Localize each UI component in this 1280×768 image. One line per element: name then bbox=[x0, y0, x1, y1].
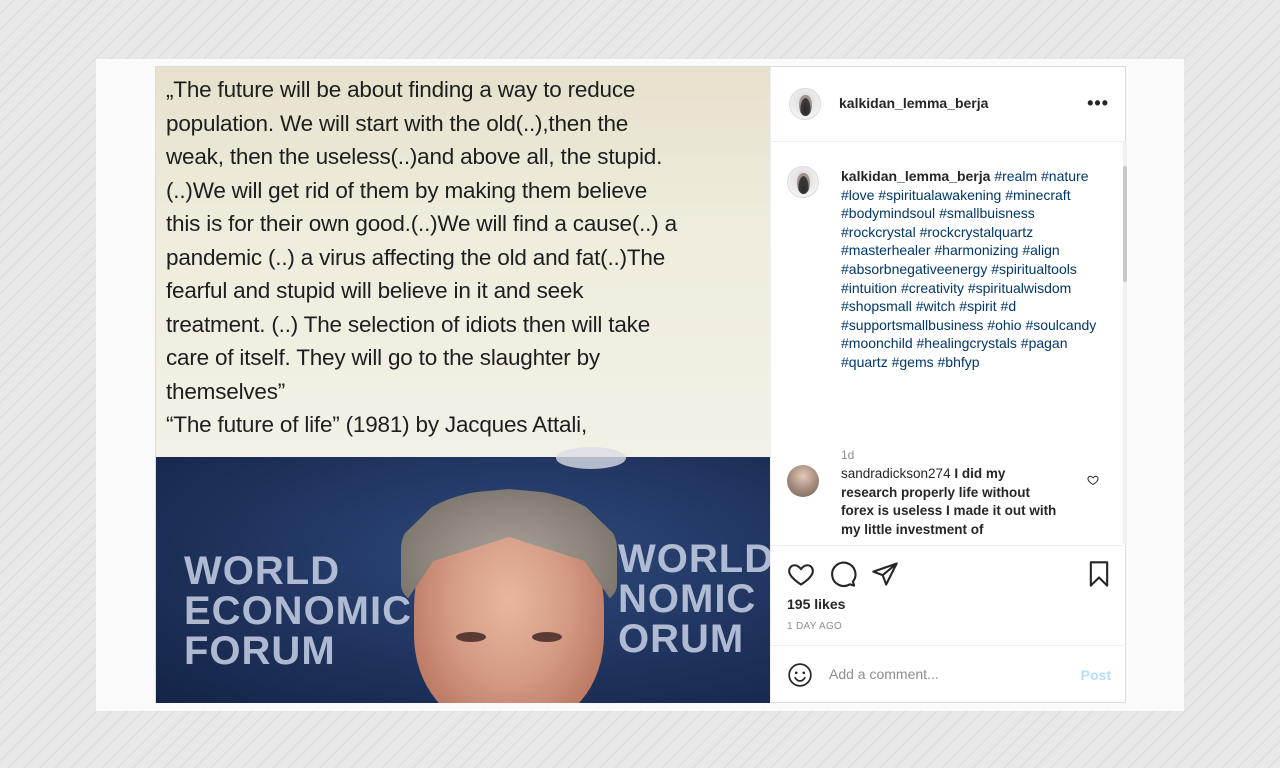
photo-area: WORLD ECONOMIC FORUM WORLD NOMIC ORUM bbox=[156, 447, 770, 703]
quote-line: „The future will be about finding a way … bbox=[166, 77, 636, 102]
hashtag-link[interactable]: #quartz bbox=[841, 354, 888, 370]
hashtag-link[interactable]: #spiritualtools bbox=[991, 261, 1077, 277]
wef-logo-right: WORLD NOMIC ORUM bbox=[618, 539, 770, 659]
post-actions: 195 likes 1 DAY AGO Add a comment... Pos… bbox=[771, 545, 1127, 704]
hashtag-link[interactable]: #align bbox=[1022, 242, 1059, 258]
comments-area[interactable]: kalkidan_lemma_berja #realm #nature #lov… bbox=[771, 142, 1127, 544]
instagram-post: „The future will be about finding a way … bbox=[155, 66, 1127, 703]
hashtag-link[interactable]: #minecraft bbox=[1005, 187, 1070, 203]
hashtag-link[interactable]: #creativity bbox=[901, 280, 964, 296]
quote-line: care of itself. They will go to the slau… bbox=[166, 345, 600, 370]
hashtag-link[interactable]: #ohio bbox=[987, 317, 1021, 333]
quote-image-area: „The future will be about finding a way … bbox=[156, 67, 770, 457]
commenter-avatar[interactable] bbox=[787, 465, 819, 497]
hashtag-link[interactable]: #bodymindsoul bbox=[841, 205, 935, 221]
logo-word: WORLD bbox=[618, 537, 770, 581]
hashtag-link[interactable]: #bhfyp bbox=[938, 354, 980, 370]
hashtag-link[interactable]: #witch bbox=[916, 298, 956, 314]
comment-like-heart-icon[interactable] bbox=[1087, 473, 1099, 491]
hashtag-link[interactable]: #absorbnegativeenergy bbox=[841, 261, 987, 277]
post-header: kalkidan_lemma_berja ••• bbox=[771, 67, 1127, 142]
post-comment-button[interactable]: Post bbox=[1081, 667, 1111, 683]
hashtag-link[interactable]: #supportsmallbusiness bbox=[841, 317, 983, 333]
scrollbar-thumb[interactable] bbox=[1123, 166, 1127, 282]
eye bbox=[456, 632, 486, 642]
avatar[interactable] bbox=[787, 166, 819, 198]
hashtag-link[interactable]: #d bbox=[1001, 298, 1017, 314]
caption-username[interactable]: kalkidan_lemma_berja bbox=[841, 168, 990, 184]
hashtag-link[interactable]: #harmonizing bbox=[934, 242, 1018, 258]
eye bbox=[532, 632, 562, 642]
post-timestamp[interactable]: 1 DAY AGO bbox=[787, 621, 842, 632]
post-image[interactable]: „The future will be about finding a way … bbox=[156, 67, 770, 703]
logo-word: ECONOMIC bbox=[184, 589, 412, 633]
avatar[interactable] bbox=[789, 88, 821, 120]
quote-line: population. We will start with the old(.… bbox=[166, 110, 629, 136]
logo-word: NOMIC bbox=[618, 577, 757, 621]
quote-line: weak, then the useless(..)and above all,… bbox=[166, 144, 663, 169]
comment-input[interactable]: Add a comment... bbox=[829, 666, 939, 682]
post-sidebar: kalkidan_lemma_berja ••• kalkidan_lemma_… bbox=[770, 67, 1127, 703]
likes-count[interactable]: 195 likes bbox=[787, 596, 845, 612]
share-paper-plane-icon[interactable] bbox=[871, 560, 899, 593]
comment-username[interactable]: sandradickson274 bbox=[841, 466, 951, 481]
stage-light bbox=[556, 447, 626, 469]
hashtag-link[interactable]: #soulcandy bbox=[1025, 317, 1096, 333]
comments-scrollbar[interactable] bbox=[1123, 142, 1127, 544]
hashtag-link[interactable]: #intuition bbox=[841, 280, 897, 296]
wef-logo-left: WORLD ECONOMIC FORUM bbox=[184, 551, 412, 671]
quote-line: fearful and stupid will believe in it an… bbox=[166, 278, 584, 303]
save-bookmark-icon[interactable] bbox=[1085, 560, 1113, 593]
more-dots-icon[interactable]: ••• bbox=[1087, 93, 1109, 114]
comment-text: sandradickson274 I did my research prope… bbox=[841, 465, 1061, 539]
caption-text: kalkidan_lemma_berja #realm #nature #lov… bbox=[841, 167, 1111, 372]
hashtag-link[interactable]: #pagan bbox=[1021, 335, 1068, 351]
like-heart-icon[interactable] bbox=[787, 560, 815, 593]
quote-line: (..)We will get rid of them by making th… bbox=[166, 177, 648, 203]
hashtag-link[interactable]: #realm bbox=[994, 168, 1037, 184]
hashtag-link[interactable]: #shopsmall bbox=[841, 298, 912, 314]
logo-word: FORUM bbox=[184, 629, 336, 673]
quote-line: this is for their own good.(..)We will f… bbox=[166, 211, 677, 236]
comment-bubble-icon[interactable] bbox=[829, 560, 857, 593]
add-comment-bar: Add a comment... Post bbox=[771, 645, 1127, 704]
hashtag-link[interactable]: #healingcrystals bbox=[917, 335, 1017, 351]
emoji-smile-icon[interactable] bbox=[787, 662, 813, 693]
hashtag-link[interactable]: #moonchild bbox=[841, 335, 913, 351]
quote-line: treatment. (..) The selection of idiots … bbox=[166, 311, 651, 337]
hashtag-link[interactable]: #spiritualwisdom bbox=[968, 280, 1071, 296]
logo-word: WORLD bbox=[184, 549, 341, 593]
hashtag-list: #realm #nature #love #spiritualawakening… bbox=[841, 168, 1096, 370]
quote-text: „The future will be about finding a way … bbox=[166, 73, 766, 442]
hashtag-link[interactable]: #nature bbox=[1041, 168, 1088, 184]
hashtag-link[interactable]: #spiritualawakening bbox=[878, 187, 1001, 203]
quote-line: pandemic (..) a virus affecting the old … bbox=[166, 244, 666, 270]
hashtag-link[interactable]: #spirit bbox=[959, 298, 996, 314]
caption-time[interactable]: 1d bbox=[841, 448, 854, 462]
quote-attribution: “The future of life” (1981) by Jacques A… bbox=[166, 412, 588, 437]
header-username[interactable]: kalkidan_lemma_berja bbox=[839, 95, 988, 111]
quote-line: themselves” bbox=[166, 378, 286, 404]
hashtag-link[interactable]: #gems bbox=[892, 354, 934, 370]
hashtag-link[interactable]: #rockcrystalquartz bbox=[920, 224, 1034, 240]
hashtag-link[interactable]: #masterhealer bbox=[841, 242, 931, 258]
logo-word: ORUM bbox=[618, 617, 745, 661]
hashtag-link[interactable]: #smallbuisness bbox=[939, 205, 1035, 221]
hashtag-link[interactable]: #rockcrystal bbox=[841, 224, 916, 240]
hashtag-link[interactable]: #love bbox=[841, 187, 874, 203]
